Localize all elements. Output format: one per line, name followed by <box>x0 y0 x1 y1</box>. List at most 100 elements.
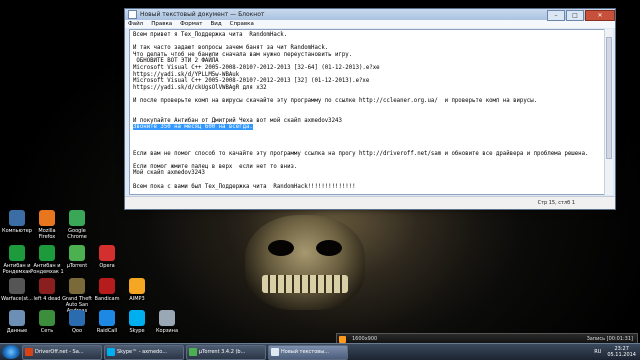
language-indicator[interactable]: RU <box>594 349 601 355</box>
task-label: Skype™ - axmedo... <box>117 349 167 355</box>
desktop-icon-label: Skype <box>129 328 145 334</box>
taskbar-tasks: DriverOff.net - Sa... Skype™ - axmedo... µ… <box>22 344 350 360</box>
desktop-icon[interactable]: Mozilla Firefox <box>30 210 64 240</box>
wallpaper-skull-eye-left <box>268 240 294 256</box>
desktop-icon-glyph <box>39 278 55 294</box>
desktop-icon[interactable]: Данные <box>0 310 34 334</box>
text-line <box>133 131 601 138</box>
task-label: DriverOff.net - Sa... <box>35 349 84 355</box>
cursor-position: Стр 15, стлб 1 <box>537 200 575 206</box>
task-icon <box>107 348 115 356</box>
recording-timer: Запись [00:01:31] <box>586 336 633 342</box>
text-line: Звоните 350 на месяц 600 на всегда. <box>133 124 601 131</box>
desktop-icon-glyph <box>9 310 25 326</box>
desktop-icon[interactable]: Bandicam <box>90 278 124 302</box>
system-tray: RU 23:27 05.11.2014 <box>594 346 640 358</box>
text-line: Microsoft Visual C++ 2005-2008-2010?-201… <box>133 78 370 85</box>
desktop-icon-label: left 4 dead <box>33 296 61 302</box>
text-line: Всем привет я Тех_Поддержка чита RandomH… <box>133 32 288 38</box>
desktop-icon-glyph <box>39 210 55 226</box>
text-line <box>133 138 601 145</box>
desktop-icon[interactable]: AIMP3 <box>120 278 154 302</box>
desktop-icon-glyph <box>39 245 55 261</box>
task-icon <box>25 348 33 356</box>
clock[interactable]: 23:27 05.11.2014 <box>607 346 636 358</box>
taskbar-task[interactable]: µTorrent 3.4.2 (b... <box>186 344 266 360</box>
desktop-icon-label: Данные <box>6 328 28 334</box>
task-icon <box>271 348 279 356</box>
text-line <box>133 177 601 184</box>
wallpaper-skull <box>245 215 365 310</box>
document-text[interactable]: Всем привет я Тех_Поддержка чита RandomH… <box>130 30 604 192</box>
desktop-icon-glyph <box>9 245 25 261</box>
text-line: https://yadi.sk/d/ckUgsOlVWBAgR для x32 <box>133 84 267 91</box>
selected-text: Звоните 350 на месяц 600 на всегда. <box>133 124 253 131</box>
desktop-icon[interactable]: left 4 dead <box>30 278 64 302</box>
menu-edit[interactable]: Правка <box>151 21 172 27</box>
window-title: Новый текстовый документ — Блокнот <box>140 11 265 18</box>
desktop-icon[interactable]: Qoo <box>60 310 94 334</box>
menu-format[interactable]: Формат <box>180 21 202 27</box>
desktop-icon-label: Opera <box>99 263 115 269</box>
text-line: Всем пока с вами был Тех_Поддержка чита … <box>133 183 356 190</box>
desktop-icon[interactable]: Google Chrome <box>60 210 94 240</box>
desktop-icon[interactable]: Антибан и Рондемхак <box>0 245 34 275</box>
scrollbar-thumb[interactable] <box>606 37 612 159</box>
desktop-icon[interactable]: RaidCall <box>90 310 124 334</box>
desktop-icon[interactable]: Антибан и Рондемхак 1 <box>30 245 64 275</box>
vertical-scrollbar[interactable] <box>604 29 613 195</box>
desktop-icon-label: Антибан и Рондемхак 1 <box>30 263 64 275</box>
text-line <box>133 144 601 151</box>
desktop-icon-label: Антибан и Рондемхак <box>2 263 32 275</box>
taskbar-task[interactable]: DriverOff.net - Sa... <box>22 344 102 360</box>
desktop-icon-glyph <box>159 310 175 326</box>
desktop-icon[interactable]: Корзина <box>150 310 184 334</box>
text-line: Мой скайп axmedov3243 <box>133 170 205 177</box>
window-titlebar[interactable]: Новый текстовый документ — Блокнот – □ ✕ <box>125 9 615 21</box>
maximize-button[interactable]: □ <box>566 9 584 21</box>
taskbar-task[interactable]: Новый текстовы... <box>268 344 348 360</box>
desktop-icon-glyph <box>69 310 85 326</box>
task-label: Новый текстовы... <box>281 349 329 355</box>
menu-file[interactable]: Файл <box>128 21 143 27</box>
desktop-icon[interactable]: Сеть <box>30 310 64 334</box>
desktop-icon[interactable]: µTorrent <box>60 245 94 269</box>
desktop-icon-glyph <box>99 278 115 294</box>
notepad-window[interactable]: Новый текстовый документ — Блокнот – □ ✕… <box>124 8 616 210</box>
desktop-icon-label: Mozilla Firefox <box>38 228 56 240</box>
menu-help[interactable]: Справка <box>230 21 254 27</box>
desktop-icon[interactable]: Skype <box>120 310 154 334</box>
text-line <box>133 157 601 164</box>
minimize-button[interactable]: – <box>547 9 565 21</box>
clock-date: 05.11.2014 <box>607 352 636 358</box>
taskbar-task[interactable]: Skype™ - axmedo... <box>104 344 184 360</box>
desktop-icon-glyph <box>99 245 115 261</box>
desktop-icon-glyph <box>9 278 25 294</box>
menu-view[interactable]: Вид <box>210 21 221 27</box>
desktop-icon-label: Компьютер <box>2 228 32 234</box>
desktop-icon-label: RaidCall <box>96 328 118 334</box>
desktop-icon[interactable]: Grand Theft Auto San Andreas <box>60 278 94 314</box>
desktop-icon[interactable]: Компьютер <box>0 210 34 234</box>
text-editor[interactable]: Всем привет я Тех_Поддержка чита RandomH… <box>129 29 605 195</box>
close-button[interactable]: ✕ <box>585 9 615 21</box>
start-button[interactable] <box>2 345 20 359</box>
text-line: И покупайте Антибан от Дмитрий Чеха вот … <box>133 117 342 124</box>
desktop-icon-label: µTorrent <box>66 263 88 269</box>
text-line <box>133 111 601 118</box>
text-line: Если помог жмите палец в верх если нет т… <box>133 163 298 170</box>
wallpaper-skull-eye-right <box>316 240 342 256</box>
desktop-icon-label: Сеть <box>40 328 54 334</box>
desktop-icon-glyph <box>69 210 85 226</box>
bandicam-icon[interactable] <box>339 335 346 343</box>
desktop-icon-glyph <box>39 310 55 326</box>
recording-resolution: 1600x900 <box>352 336 378 342</box>
desktop-icon[interactable]: Opera <box>90 245 124 269</box>
text-line: Microsoft Visual C++ 2005-2008-2010?-201… <box>133 64 380 71</box>
notepad-icon <box>128 10 137 19</box>
status-bar: Стр 15, стлб 1 <box>125 196 615 209</box>
taskbar: DriverOff.net - Sa... Skype™ - axmedo... µ… <box>0 343 640 360</box>
desktop-icon-glyph <box>9 210 25 226</box>
desktop-icon-label: Qoo <box>71 328 83 334</box>
desktop-icon[interactable]: Warface(st... <box>0 278 34 302</box>
